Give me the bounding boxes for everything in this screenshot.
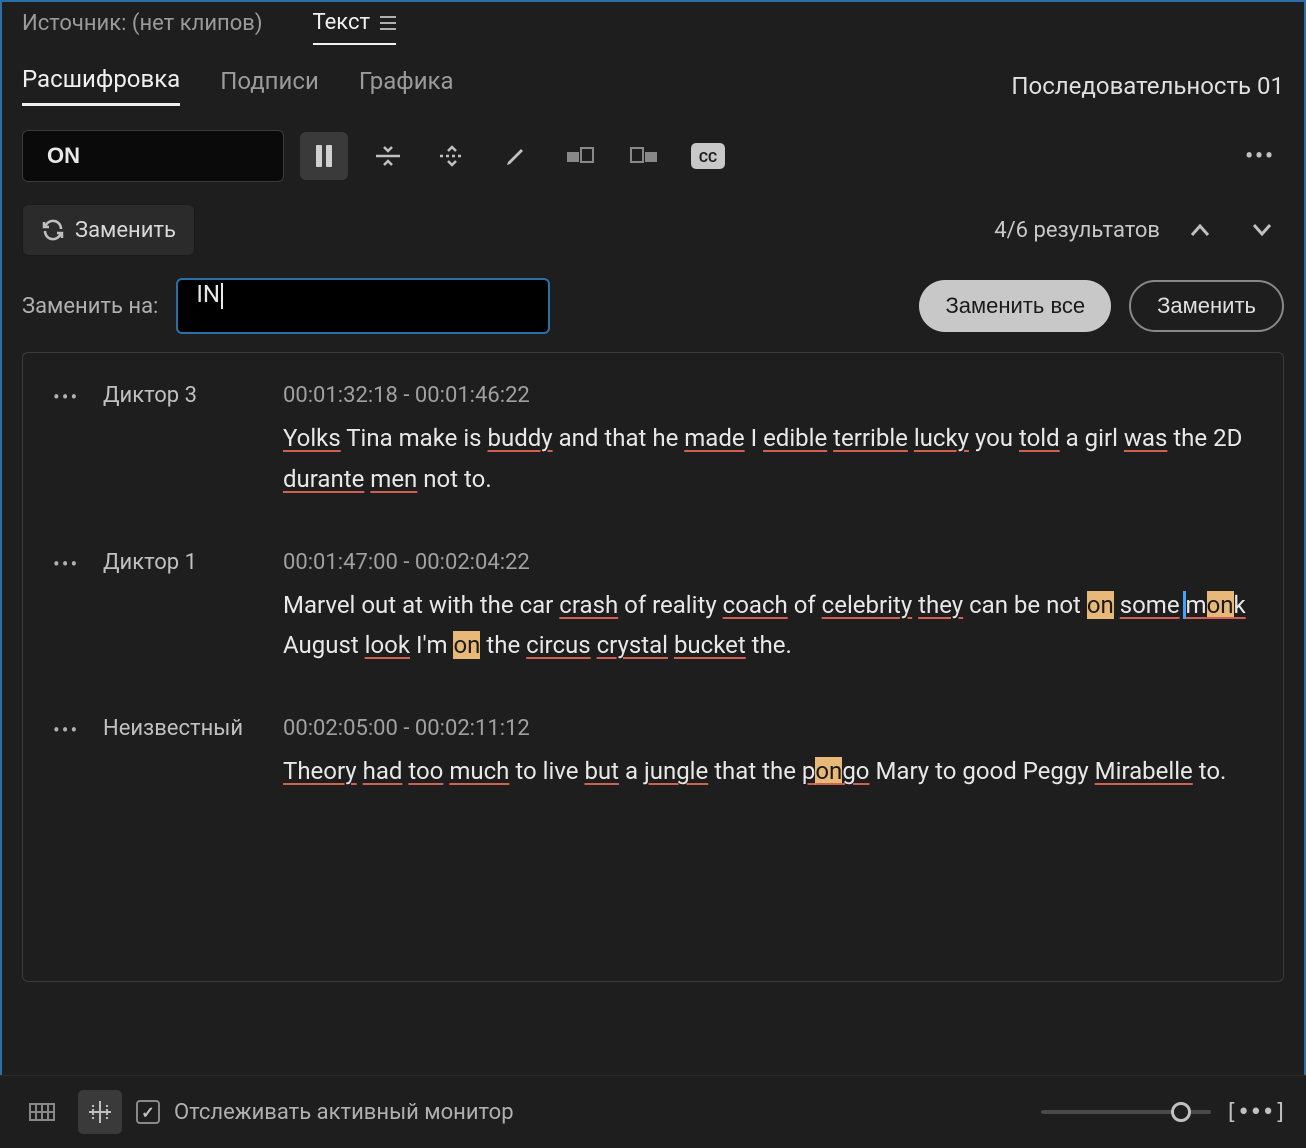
next-result-button[interactable] [1240, 208, 1284, 252]
replace-row: Заменить 4/6 результатов [2, 196, 1304, 264]
subtab-captions[interactable]: Подписи [220, 67, 319, 105]
insert-before-button[interactable] [556, 132, 604, 180]
tab-source[interactable]: Источник: (нет клипов) [22, 11, 263, 44]
slider-thumb[interactable] [1171, 1102, 1191, 1122]
panel-tabs: Источник: (нет клипов) Текст [2, 2, 1304, 45]
search-box[interactable] [22, 130, 284, 182]
replace-button[interactable]: Заменить [1129, 280, 1284, 332]
track-monitor-checkbox[interactable] [136, 1100, 160, 1124]
replace-input[interactable]: IN [176, 278, 550, 334]
toolbar: CC ••• [2, 116, 1304, 196]
insert-after-button[interactable] [620, 132, 668, 180]
replace-toggle-label: Заменить [75, 218, 176, 243]
view-mode-1-button[interactable] [20, 1090, 64, 1134]
search-input[interactable] [47, 143, 341, 169]
transcript-segment[interactable]: ••• Диктор 1 00:01:47:00 - 00:02:04:22 Marv… [23, 520, 1283, 687]
segment-timecode: 00:01:32:18 - 00:01:46:22 [283, 383, 1253, 408]
segment-speaker[interactable]: Диктор 3 [103, 383, 263, 500]
sequence-name: Последовательность 01 [1011, 72, 1284, 100]
svg-text:CC: CC [699, 150, 717, 166]
pause-segments-button[interactable] [300, 132, 348, 180]
subtab-transcript[interactable]: Расшифровка [22, 65, 180, 106]
segment-timecode: 00:01:47:00 - 00:02:04:22 [283, 550, 1253, 575]
tab-text-label: Текст [313, 10, 371, 35]
prev-result-button[interactable] [1178, 208, 1222, 252]
overflow-button[interactable]: [•••] [1225, 1100, 1286, 1125]
sub-tabs: Расшифровка Подписи Графика Последовател… [2, 45, 1304, 116]
segment-menu-button[interactable]: ••• [53, 550, 83, 667]
subtab-graphics[interactable]: Графика [359, 67, 454, 105]
results-count: 4/6 результатов [994, 218, 1160, 243]
menu-icon[interactable] [380, 16, 396, 30]
segment-timecode: 00:02:05:00 - 00:02:11:12 [283, 716, 1253, 741]
segment-text[interactable]: Yolks Tina make is buddy and that he mad… [283, 418, 1253, 500]
split-button[interactable] [428, 132, 476, 180]
track-monitor-label: Отслеживать активный монитор [174, 1100, 514, 1125]
view-mode-2-button[interactable] [78, 1090, 122, 1134]
tab-text[interactable]: Текст [313, 10, 397, 45]
segment-speaker[interactable]: Неизвестный [103, 716, 263, 792]
replace-label: Заменить на: [22, 294, 158, 319]
segment-menu-button[interactable]: ••• [53, 383, 83, 500]
segment-text[interactable]: Theory had too much to live but a jungle… [283, 751, 1253, 792]
replace-input-row: Заменить на: IN Заменить все Заменить [2, 264, 1304, 352]
replace-all-button[interactable]: Заменить все [919, 280, 1111, 332]
refresh-icon [41, 218, 65, 242]
transcript-segment[interactable]: ••• Диктор 3 00:01:32:18 - 00:01:46:22 Yolk… [23, 353, 1283, 520]
segment-speaker[interactable]: Диктор 1 [103, 550, 263, 667]
segment-text[interactable]: Marvel out at with the car crash of real… [283, 585, 1253, 667]
replace-toggle-button[interactable]: Заменить [22, 204, 195, 256]
zoom-slider[interactable] [1041, 1110, 1211, 1114]
edit-button[interactable] [492, 132, 540, 180]
footer: Отслеживать активный монитор [•••] [0, 1075, 1306, 1148]
cc-button[interactable]: CC [684, 132, 732, 180]
transcript-segment[interactable]: ••• Неизвестный 00:02:05:00 - 00:02:11:12 T… [23, 686, 1283, 812]
segment-menu-button[interactable]: ••• [53, 716, 83, 792]
merge-button[interactable] [364, 132, 412, 180]
transcript-list[interactable]: ••• Диктор 3 00:01:32:18 - 00:01:46:22 Yolk… [22, 352, 1284, 982]
more-options-button[interactable]: ••• [1236, 132, 1284, 180]
